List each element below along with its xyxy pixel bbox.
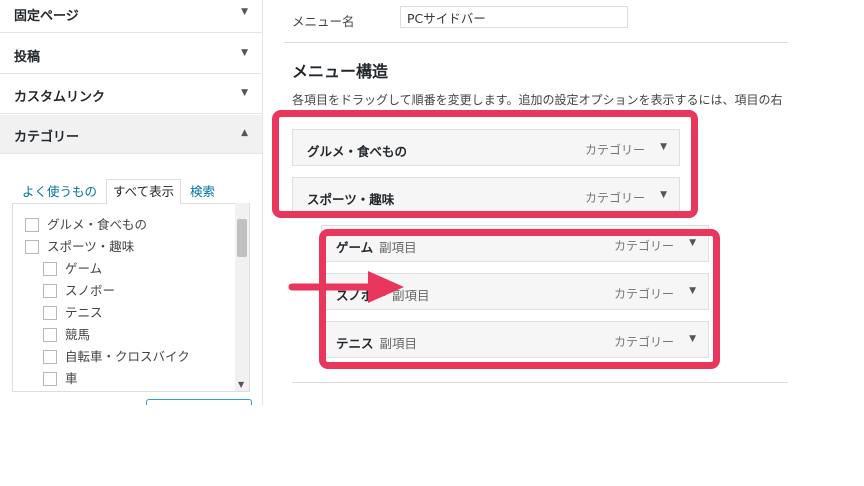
menu-structure-title: メニュー構造 <box>292 62 389 81</box>
category-checkbox[interactable] <box>43 306 57 320</box>
category-label: グルメ・食べもの <box>47 217 148 232</box>
menu-name-bar: メニュー名 <box>284 0 788 43</box>
category-checklist: グルメ・食べもの スポーツ・趣味 ゲーム スノボー テニス 競馬 自転車・クロス… <box>12 203 250 392</box>
category-checkbox[interactable] <box>25 218 39 232</box>
scroll-down-icon[interactable]: ▼ <box>238 380 244 389</box>
scrollbar-thumb[interactable] <box>237 219 247 257</box>
category-label: 車 <box>65 371 78 386</box>
category-label: スノボー <box>65 283 116 298</box>
highlight-box-top <box>272 110 698 218</box>
add-menu-items-panel: 固定ページ ▼ 投稿 ▼ カスタムリンク ▼ カテゴリー ▲ よく使うもの すべ… <box>0 0 263 405</box>
category-label: 自転車・クロスバイク <box>65 349 190 364</box>
section-custom-links-label: カスタムリンク <box>14 90 106 105</box>
category-checkbox[interactable] <box>43 350 57 364</box>
section-posts[interactable]: 投稿 ▼ <box>0 35 262 74</box>
category-label: ゲーム <box>65 261 103 276</box>
category-checkbox[interactable] <box>43 262 57 276</box>
category-checkbox[interactable] <box>43 284 57 298</box>
arrow-right-icon <box>288 271 404 303</box>
section-categories[interactable]: カテゴリー ▲ <box>0 115 262 154</box>
tab-search[interactable]: 検索 <box>190 180 215 204</box>
triangle-down-icon: ▼ <box>241 88 248 98</box>
add-to-menu-button[interactable] <box>146 399 252 405</box>
tab-most-used[interactable]: よく使うもの <box>22 180 97 204</box>
section-custom-links[interactable]: カスタムリンク ▼ <box>0 75 262 114</box>
section-categories-label: カテゴリー <box>14 130 80 145</box>
menu-name-label: メニュー名 <box>292 14 355 29</box>
triangle-down-icon: ▼ <box>241 7 248 17</box>
section-divider <box>292 382 788 383</box>
section-posts-label: 投稿 <box>14 50 41 65</box>
category-label: テニス <box>65 305 103 320</box>
section-pages[interactable]: 固定ページ ▼ <box>0 0 262 33</box>
category-tabs: よく使うもの すべて表示 検索 <box>12 179 252 205</box>
category-checkbox[interactable] <box>25 240 39 254</box>
checklist-scrollbar[interactable]: ▼ <box>235 203 249 391</box>
category-checkbox[interactable] <box>43 372 57 386</box>
category-checkbox[interactable] <box>43 328 57 342</box>
triangle-down-icon: ▼ <box>241 48 248 58</box>
menu-structure-description: 各項目をドラッグして順番を変更します。追加の設定オプションを表示するには、項目の… <box>292 93 783 107</box>
triangle-up-icon: ▲ <box>241 128 248 138</box>
tab-view-all[interactable]: すべて表示 <box>106 179 182 205</box>
menu-name-input[interactable] <box>400 6 628 28</box>
section-pages-label: 固定ページ <box>14 9 79 24</box>
category-label: 競馬 <box>65 327 91 342</box>
category-label: スポーツ・趣味 <box>47 239 135 254</box>
categories-panel: よく使うもの すべて表示 検索 グルメ・食べもの スポーツ・趣味 ゲーム スノボ… <box>0 155 262 405</box>
